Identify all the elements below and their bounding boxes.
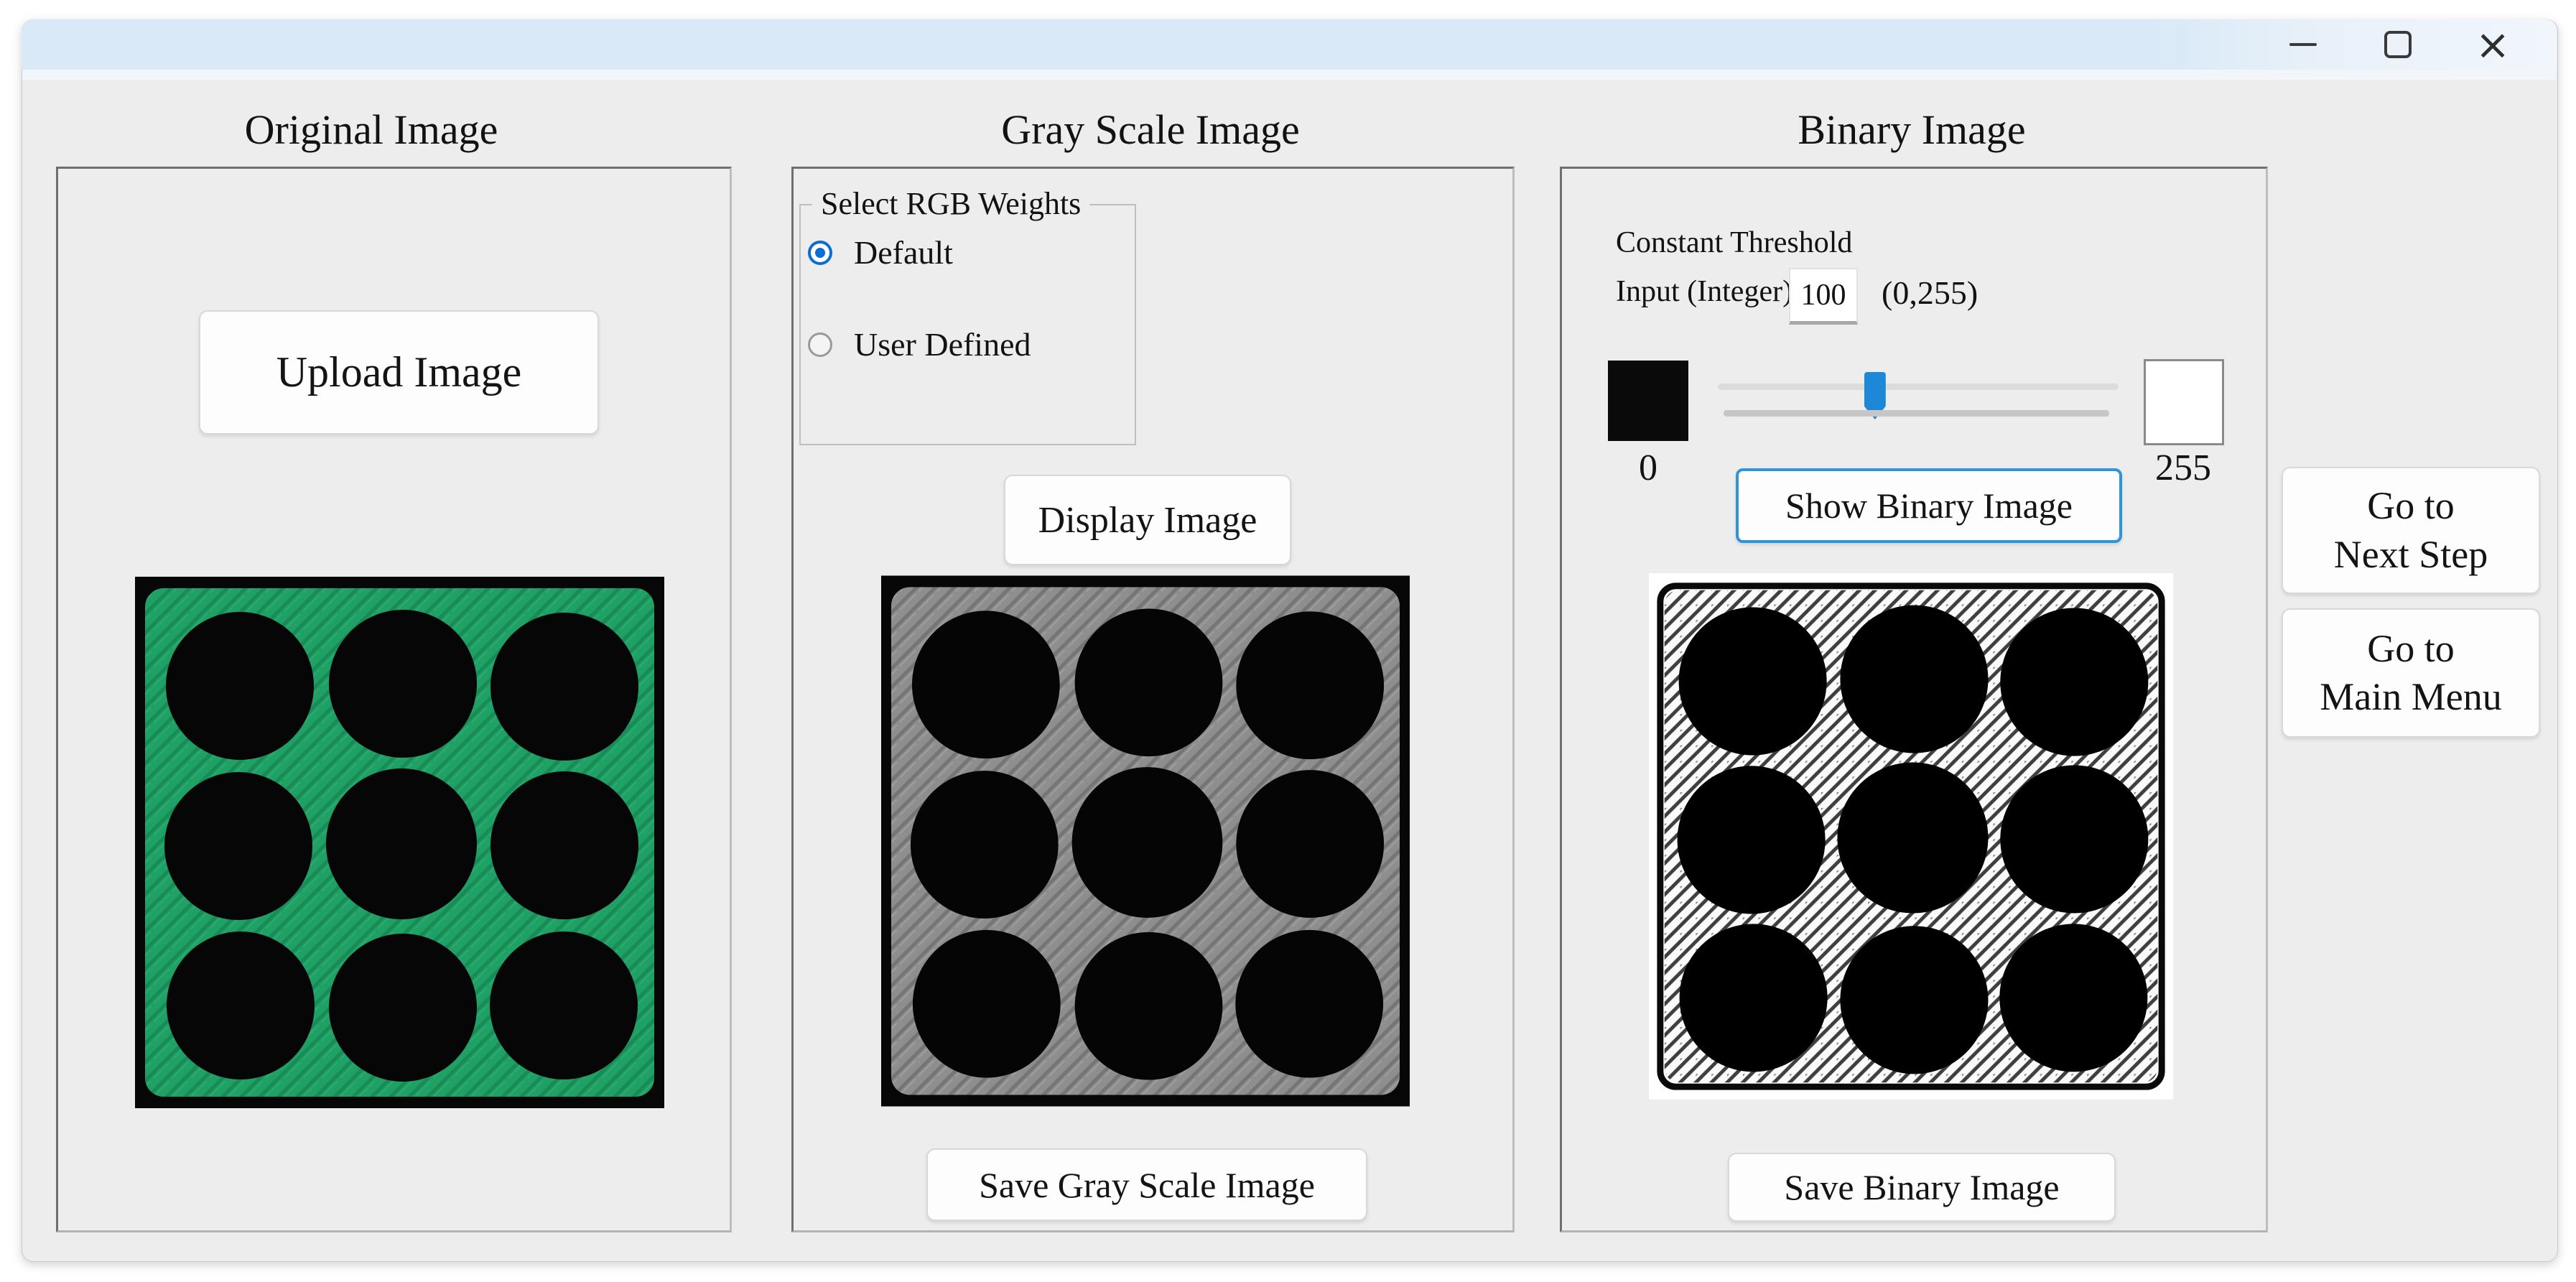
threshold-range-label: (0,255) bbox=[1882, 275, 1978, 311]
radio-default[interactable]: Default bbox=[808, 234, 953, 271]
gray-panel-title: Gray Scale Image bbox=[1001, 106, 1299, 154]
binary-panel-title: Binary Image bbox=[1798, 106, 2025, 154]
titlebar[interactable] bbox=[22, 19, 2557, 70]
go-to-next-step-line2: Next Step bbox=[2334, 531, 2488, 580]
close-button[interactable]: × bbox=[2460, 24, 2526, 65]
go-to-next-step-button[interactable]: Go to Next Step bbox=[2282, 467, 2540, 594]
minimize-icon bbox=[2289, 43, 2317, 46]
slider-tick-line bbox=[1724, 410, 2109, 417]
radio-default-icon bbox=[808, 241, 832, 265]
screenshot-root: × Original Image Gray Scale Image Binary… bbox=[0, 0, 2576, 1282]
minimize-button[interactable] bbox=[2270, 24, 2336, 65]
slider-track[interactable] bbox=[1718, 384, 2119, 390]
original-panel-title: Original Image bbox=[245, 106, 498, 154]
slider-max-label: 255 bbox=[2155, 447, 2211, 489]
radio-default-label: Default bbox=[854, 234, 953, 271]
save-grayscale-button[interactable]: Save Gray Scale Image bbox=[926, 1148, 1367, 1221]
slider-min-label: 0 bbox=[1639, 447, 1657, 489]
go-to-main-menu-line1: Go to bbox=[2367, 625, 2455, 674]
go-to-next-step-line1: Go to bbox=[2367, 482, 2455, 531]
radio-user-defined-label: User Defined bbox=[854, 326, 1031, 363]
display-image-button[interactable]: Display Image bbox=[1004, 475, 1291, 565]
radio-user-defined[interactable]: User Defined bbox=[808, 326, 1031, 363]
threshold-input[interactable]: 100 bbox=[1789, 268, 1858, 325]
constant-threshold-label: Constant Threshold bbox=[1616, 226, 1852, 259]
original-image bbox=[135, 577, 664, 1108]
save-binary-button[interactable]: Save Binary Image bbox=[1728, 1153, 2116, 1222]
input-integer-label: Input (Integer) bbox=[1616, 275, 1792, 308]
maximize-icon bbox=[2384, 31, 2412, 58]
go-to-main-menu-button[interactable]: Go to Main Menu bbox=[2282, 608, 2540, 738]
maximize-button[interactable] bbox=[2365, 24, 2431, 65]
titlebar-fade bbox=[22, 70, 2556, 80]
close-icon: × bbox=[2475, 24, 2511, 65]
rgb-weights-group: Select RGB Weights Default User Defined bbox=[799, 204, 1136, 445]
binary-image bbox=[1645, 573, 2177, 1100]
rgb-weights-group-label: Select RGB Weights bbox=[812, 185, 1089, 223]
black-swatch bbox=[1608, 361, 1688, 441]
radio-user-defined-icon bbox=[808, 333, 832, 357]
upload-image-button[interactable]: Upload Image bbox=[199, 310, 599, 435]
window-controls: × bbox=[2270, 24, 2526, 65]
show-binary-image-button[interactable]: Show Binary Image bbox=[1736, 468, 2122, 543]
grayscale-image bbox=[881, 575, 1410, 1107]
white-swatch bbox=[2144, 359, 2224, 445]
go-to-main-menu-line2: Main Menu bbox=[2320, 673, 2501, 722]
